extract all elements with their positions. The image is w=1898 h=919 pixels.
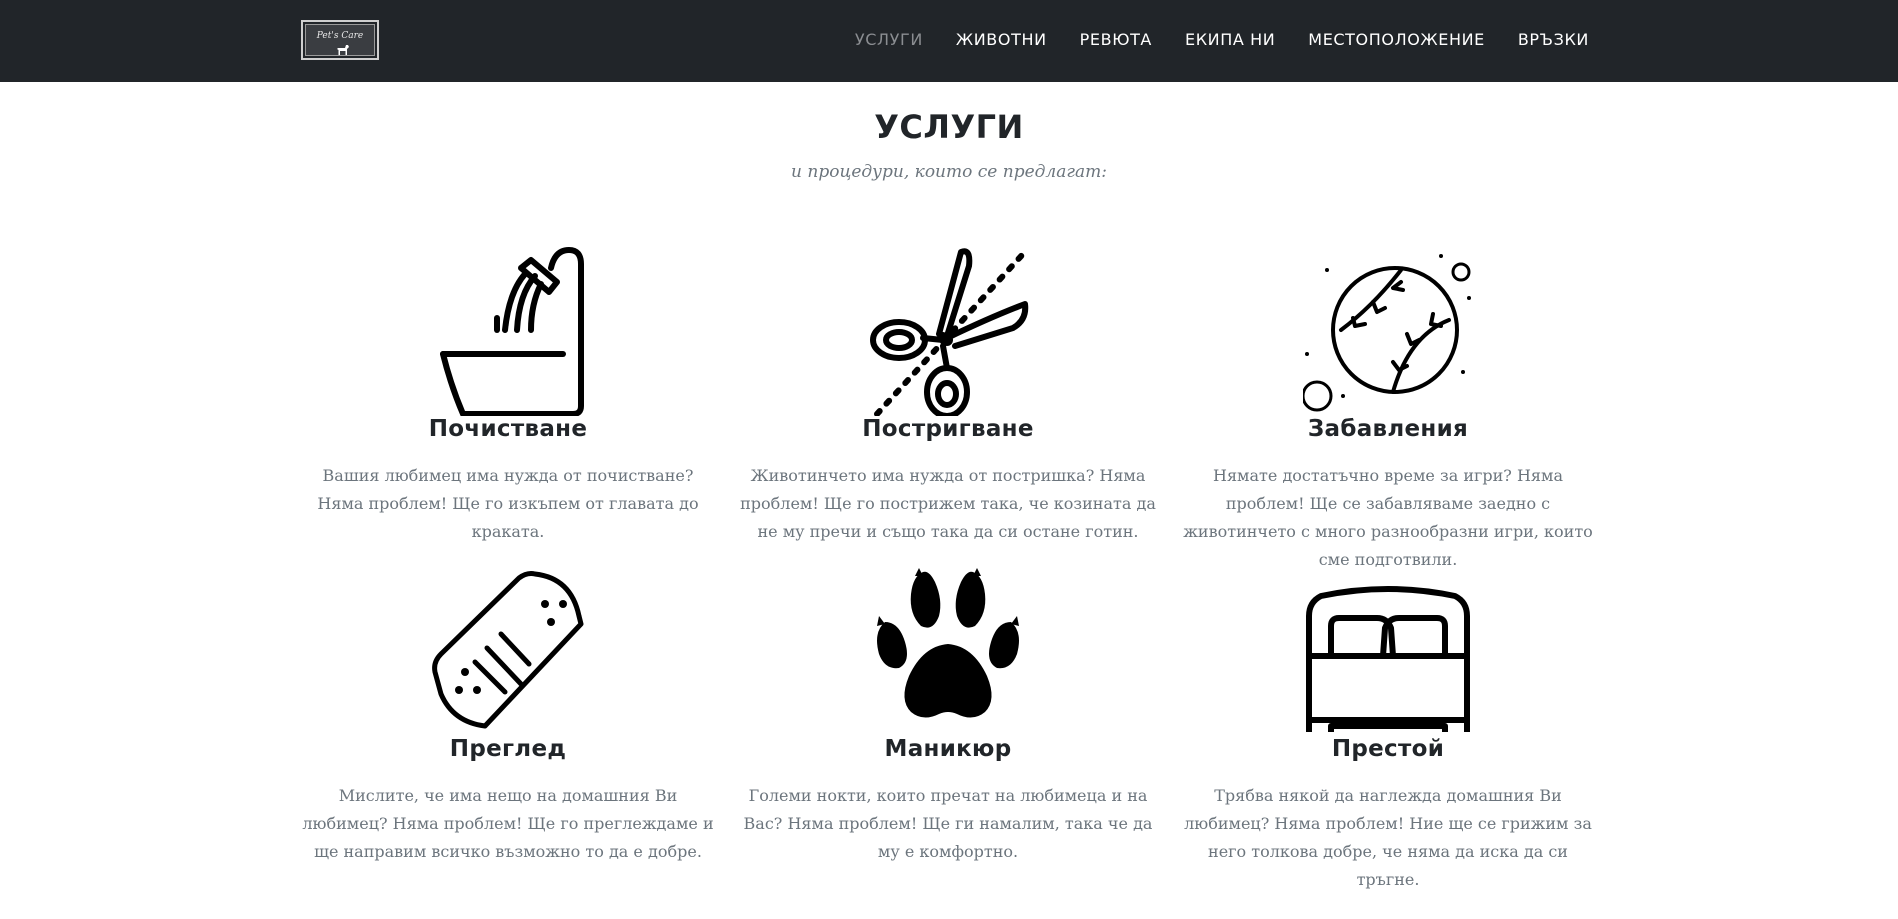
service-manicure: Маникюр Големи нокти, които пречат на лю… <box>738 566 1158 866</box>
service-checkup: Преглед Мислите, че има нещо на домашния… <box>298 566 718 866</box>
service-description: Мислите, че има нещо на домашния Ви люби… <box>302 786 714 861</box>
service-description: Нямате достатъчно време за игри? Няма пр… <box>1183 466 1593 569</box>
section-subtitle: и процедури, които се предлагат: <box>791 162 1107 182</box>
service-description: Животинчето има нужда от постришка? Няма… <box>740 466 1156 541</box>
nav-item-location[interactable]: МЕСТОПОЛОЖЕНИЕ <box>1308 30 1485 49</box>
service-boarding: Престой Трябва някой да наглежда домашни… <box>1178 566 1598 894</box>
ball-icon <box>1303 254 1471 412</box>
service-title: Постригване <box>862 416 1034 442</box>
nav-item-team[interactable]: ЕКИПА НИ <box>1185 30 1275 49</box>
nav-item-contacts[interactable]: ВРЪЗКИ <box>1518 30 1589 49</box>
service-title: Маникюр <box>884 736 1012 762</box>
main-nav: УСЛУГИ ЖИВОТНИ РЕВЮТА ЕКИПА НИ МЕСТОПОЛО… <box>822 30 1589 49</box>
service-title: Преглед <box>449 736 567 762</box>
dog-icon <box>337 45 349 55</box>
service-title: Престой <box>1331 736 1445 762</box>
section-title: УСЛУГИ <box>874 108 1024 146</box>
navbar: Pet's Care УСЛУГИ ЖИВОТНИ РЕВЮТА ЕКИПА Н… <box>0 0 1898 82</box>
service-description: Трябва някой да наглежда домашния Ви люб… <box>1184 786 1592 889</box>
scissors-icon <box>870 248 1029 416</box>
nav-item-animals[interactable]: ЖИВОТНИ <box>956 30 1047 49</box>
bed-icon <box>1306 586 1470 732</box>
service-cleaning: Почистване Вашия любимец има нужда от по… <box>298 246 718 546</box>
service-fun: Забавления Нямате достатъчно време за иг… <box>1178 246 1598 574</box>
service-description: Големи нокти, които пречат на любимеца и… <box>743 786 1153 861</box>
nav-item-services[interactable]: УСЛУГИ <box>855 30 923 49</box>
logo-text: Pet's Care <box>316 31 364 41</box>
logo[interactable]: Pet's Care <box>301 20 379 60</box>
service-grooming: Постригване Животинчето има нужда от пос… <box>738 246 1158 546</box>
service-title: Забавления <box>1307 416 1469 442</box>
bathtub-shower-icon <box>440 247 584 416</box>
service-title: Почистване <box>428 416 588 442</box>
service-description: Вашия любимец има нужда от почистване? Н… <box>317 466 699 541</box>
bandage-icon <box>432 571 584 729</box>
paw-icon <box>877 568 1019 718</box>
nav-item-reviews[interactable]: РЕВЮТА <box>1080 30 1152 49</box>
